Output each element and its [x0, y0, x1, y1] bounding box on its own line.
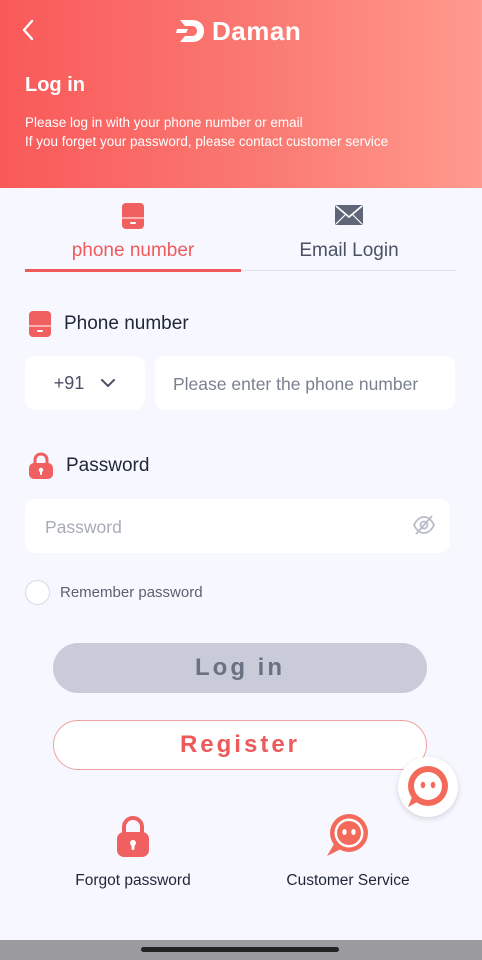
tab-email-login[interactable]: Email Login: [241, 196, 457, 272]
country-code-select[interactable]: +91: [25, 356, 145, 410]
chevron-left-icon: [22, 19, 34, 41]
password-field-label: Password: [28, 452, 149, 480]
remember-label: Remember password: [60, 584, 203, 601]
customer-service-label: Customer Service: [286, 872, 410, 889]
lock-icon: [117, 816, 149, 857]
chevron-down-icon: [101, 379, 116, 387]
remember-password-toggle[interactable]: Remember password: [25, 580, 203, 605]
subtitle-line-1: Please log in with your phone number or …: [25, 115, 303, 130]
remember-radio[interactable]: [25, 580, 50, 605]
phone-input-box: [155, 356, 455, 412]
phone-number-input[interactable]: [171, 356, 455, 412]
password-label-text: Password: [66, 455, 150, 476]
eye-off-icon[interactable]: [412, 514, 436, 536]
logo-text: Daman: [212, 15, 302, 46]
logo-mark-icon: [176, 20, 204, 42]
floating-support-button[interactable]: [398, 757, 458, 817]
back-button[interactable]: [14, 16, 42, 44]
forgot-password-link[interactable]: Forgot password: [48, 812, 218, 890]
forgot-password-label: Forgot password: [75, 872, 191, 889]
header: Daman Log in Please log in with your pho…: [0, 0, 482, 188]
login-method-tabs: phone number Email Login: [25, 196, 457, 272]
active-tab-indicator: [25, 269, 241, 272]
register-button[interactable]: Register: [53, 720, 427, 770]
phone-icon: [122, 203, 144, 229]
login-button[interactable]: Log in: [53, 643, 427, 693]
chat-bubble-icon: [408, 766, 448, 807]
home-indicator[interactable]: [141, 947, 339, 952]
page-title: Log in: [25, 74, 85, 96]
country-code-value: +91: [53, 372, 85, 393]
tab-phone-number[interactable]: phone number: [25, 196, 241, 272]
password-input-box: [25, 499, 450, 555]
customer-service-link[interactable]: Customer Service: [263, 812, 433, 890]
tab-label: Email Login: [299, 240, 399, 261]
phone-field-label: Phone number: [28, 310, 189, 338]
tab-label: phone number: [71, 240, 195, 261]
phone-icon: [29, 311, 51, 337]
password-input[interactable]: [43, 499, 407, 555]
lock-icon: [29, 452, 53, 479]
phone-label-text: Phone number: [64, 313, 189, 334]
app-logo: Daman: [176, 14, 301, 48]
subtitle-line-2: If you forget your password, please cont…: [25, 134, 389, 149]
customer-service-icon: [327, 814, 368, 856]
mail-icon: [335, 205, 363, 225]
